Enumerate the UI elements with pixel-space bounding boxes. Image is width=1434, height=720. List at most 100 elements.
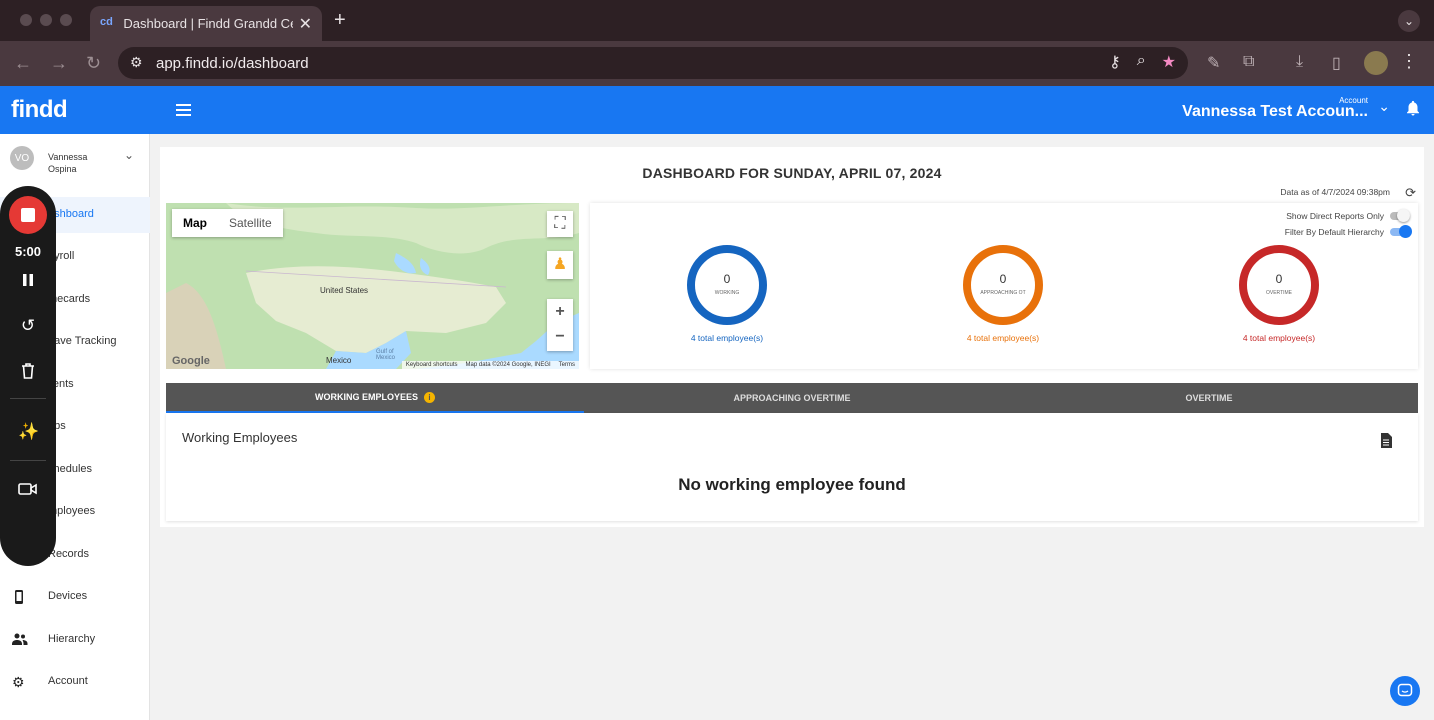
sidebar-item-label: Account	[48, 675, 88, 687]
avatar: VO	[10, 146, 34, 170]
password-key-icon[interactable]: ⚷	[1109, 52, 1121, 72]
approaching-ot-donut[interactable]: 0 APPROACHING OT	[963, 245, 1043, 325]
bell-icon[interactable]	[1404, 98, 1422, 118]
effects-icon[interactable]: ✨	[18, 422, 39, 442]
app-header: findd Account Vannessa Test Accoun... ⌄	[0, 86, 1434, 134]
chevron-down-icon[interactable]: ⌄	[1378, 98, 1390, 115]
screen: cd Dashboard | Findd Grandd Ce ✕ + ⌄ ← →…	[0, 0, 1434, 720]
findd-logo[interactable]: findd	[11, 96, 68, 124]
restart-icon[interactable]: ↺	[18, 316, 38, 336]
maximize-window-button[interactable]	[60, 14, 72, 26]
tab-working-employees[interactable]: WORKING EMPLOYEES i	[166, 383, 584, 413]
map-type-satellite-button[interactable]: Satellite	[218, 209, 283, 237]
people-icon	[12, 632, 28, 648]
dashboard-card: DASHBOARD FOR SUNDAY, APRIL 07, 2024 Dat…	[160, 147, 1424, 527]
chevron-down-icon[interactable]: ⌄	[124, 148, 134, 162]
direct-reports-toggle[interactable]: Show Direct Reports Only	[1286, 209, 1410, 222]
working-label: WORKING	[714, 290, 740, 296]
map-type-toggle: Map Satellite	[172, 209, 283, 237]
keyboard-shortcuts-link[interactable]: Keyboard shortcuts	[406, 362, 458, 368]
address-bar[interactable]: ⚙ app.findd.io/dashboard ⚷ ⌕ ★	[118, 47, 1188, 79]
side-panel-icon[interactable]: ▯	[1332, 53, 1341, 73]
toggle-switch[interactable]	[1390, 209, 1410, 222]
overtime-total[interactable]: 4 total employee(s)	[1199, 333, 1359, 343]
user-name: Vannessa Ospina	[48, 152, 88, 174]
account-name[interactable]: Vannessa Test Accoun...	[1182, 103, 1368, 121]
approaching-ot-total[interactable]: 4 total employee(s)	[923, 333, 1083, 343]
sidebar-item-hierarchy[interactable]: Hierarchy	[0, 622, 150, 658]
forward-icon[interactable]: →	[50, 53, 68, 74]
stop-recording-button[interactable]	[9, 196, 47, 234]
map-label-us: United States	[320, 286, 369, 295]
panel-title: Working Employees	[182, 430, 298, 445]
extension-pen-icon[interactable]: ✎	[1207, 53, 1220, 73]
back-icon[interactable]: ←	[14, 53, 32, 74]
window-controls	[20, 14, 72, 26]
browser-tab[interactable]: cd Dashboard | Findd Grandd Ce ✕	[90, 6, 322, 41]
close-window-button[interactable]	[20, 14, 32, 26]
tab-label: WORKING EMPLOYEES	[314, 392, 418, 402]
site-settings-icon[interactable]: ⚙	[130, 54, 143, 71]
zoom-controls: + −	[547, 299, 573, 351]
overtime-label: OVERTIME	[1265, 290, 1293, 296]
info-icon[interactable]: i	[424, 391, 435, 403]
working-donut[interactable]: 0 WORKING	[687, 245, 767, 325]
terms-link[interactable]: Terms	[559, 362, 575, 368]
pause-icon[interactable]	[18, 272, 38, 292]
close-tab-icon[interactable]: ✕	[299, 14, 312, 34]
browser-menu-icon[interactable]: ⋮	[1400, 51, 1418, 72]
empty-state-message: No working employee found	[678, 475, 906, 494]
overtime-donut[interactable]: 0 OVERTIME	[1239, 245, 1319, 325]
trash-icon[interactable]	[18, 362, 38, 382]
map-footer: Keyboard shortcuts Map data ©2024 Google…	[401, 361, 579, 369]
map-view[interactable]: Map Satellite ⛶ ♟ + − United States Mexi…	[166, 203, 579, 369]
approaching-ot-count: 0	[999, 272, 1007, 286]
working-total[interactable]: 4 total employee(s)	[647, 333, 807, 343]
sidebar-item-label: Hierarchy	[48, 633, 96, 645]
screen-recorder-panel: 5:00 ↺ ✨	[0, 186, 56, 566]
approaching-ot-label: APPROACHING OT	[980, 290, 1026, 296]
gear-icon: ⚙	[12, 674, 25, 690]
toggle-label: Filter By Default Hierarchy	[1284, 227, 1384, 237]
default-hierarchy-toggle[interactable]: Filter By Default Hierarchy	[1284, 225, 1412, 238]
divider	[10, 398, 46, 399]
minimize-window-button[interactable]	[40, 14, 52, 26]
street-view-icon[interactable]: ♟	[547, 251, 573, 279]
tab-overtime[interactable]: OVERTIME	[1000, 383, 1418, 413]
map-type-map-button[interactable]: Map	[172, 209, 218, 237]
sidebar-item-account[interactable]: ⚙ Account	[0, 664, 150, 700]
reload-icon[interactable]: ↻	[86, 53, 101, 74]
new-tab-icon[interactable]: +	[334, 9, 346, 32]
sidebar-item-devices[interactable]: Devices	[0, 579, 150, 615]
profile-avatar[interactable]	[1364, 51, 1388, 75]
user-menu[interactable]: VO Vannessa Ospina ⌄	[10, 146, 140, 186]
tab-search-icon[interactable]: ⌄	[1398, 10, 1420, 32]
toggle-label: Show Direct Reports Only	[1286, 211, 1384, 221]
toggle-switch[interactable]	[1390, 225, 1412, 238]
data-timestamp: Data as of 4/7/2024 09:38pm	[1280, 187, 1390, 197]
recording-timer: 5:00	[14, 244, 42, 259]
tab-label: OVERTIME	[1185, 393, 1233, 403]
downloads-icon[interactable]: ⤓	[1296, 53, 1303, 71]
extensions-puzzle-icon[interactable]: ⧉	[1243, 53, 1254, 71]
tab-approaching-overtime[interactable]: APPROACHING OVERTIME	[584, 383, 1000, 413]
chat-icon	[1397, 683, 1413, 697]
camera-icon[interactable]	[18, 481, 38, 501]
stats-panel: Show Direct Reports Only Filter By Defau…	[590, 203, 1418, 369]
export-document-icon[interactable]	[1380, 433, 1392, 448]
sidebar-item-label: eave Tracking	[48, 335, 117, 347]
browser-tab-bar: cd Dashboard | Findd Grandd Ce ✕ + ⌄	[0, 0, 1434, 41]
divider	[10, 460, 46, 461]
url-text: app.findd.io/dashboard	[156, 55, 309, 72]
menu-toggle-icon[interactable]	[176, 104, 191, 116]
bookmark-star-icon[interactable]: ★	[1162, 52, 1176, 72]
fullscreen-icon[interactable]: ⛶	[547, 211, 573, 237]
page-title: DASHBOARD FOR SUNDAY, APRIL 07, 2024	[642, 165, 942, 181]
favicon-icon: cd	[100, 15, 113, 28]
employee-tabs: WORKING EMPLOYEES i APPROACHING OVERTIME…	[166, 383, 1418, 413]
zoom-out-icon[interactable]: −	[547, 325, 573, 351]
zoom-icon[interactable]: ⌕	[1137, 52, 1146, 72]
refresh-icon[interactable]: ⟳	[1405, 185, 1416, 201]
chat-support-button[interactable]	[1390, 676, 1420, 706]
zoom-in-icon[interactable]: +	[547, 299, 573, 325]
